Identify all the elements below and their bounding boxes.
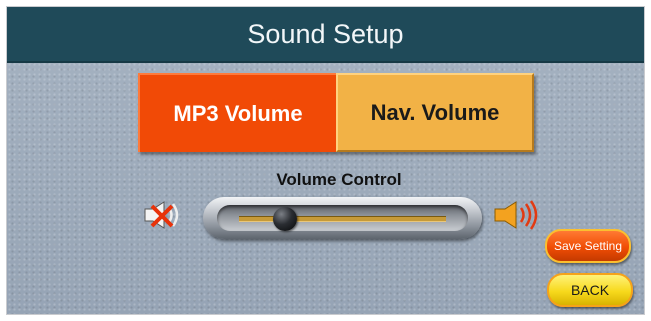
tab-mp3-volume[interactable]: MP3 Volume [138, 73, 336, 152]
slider-knob[interactable] [272, 207, 297, 231]
volume-slider[interactable] [203, 197, 482, 239]
slider-groove [217, 205, 468, 231]
save-setting-button[interactable]: Save Setting [545, 229, 631, 263]
tab-nav-volume[interactable]: Nav. Volume [336, 73, 534, 152]
back-button[interactable]: BACK [547, 273, 633, 307]
title-bar: Sound Setup [7, 7, 644, 63]
speaker-muted-icon[interactable] [142, 198, 188, 232]
page-title: Sound Setup [247, 19, 404, 49]
slider-track [239, 216, 446, 222]
volume-control-label: Volume Control [276, 170, 402, 189]
speaker-loud-icon[interactable] [493, 198, 541, 232]
sound-setup-screen: Sound Setup MP3 Volume Nav. Volume Volum… [6, 6, 645, 315]
